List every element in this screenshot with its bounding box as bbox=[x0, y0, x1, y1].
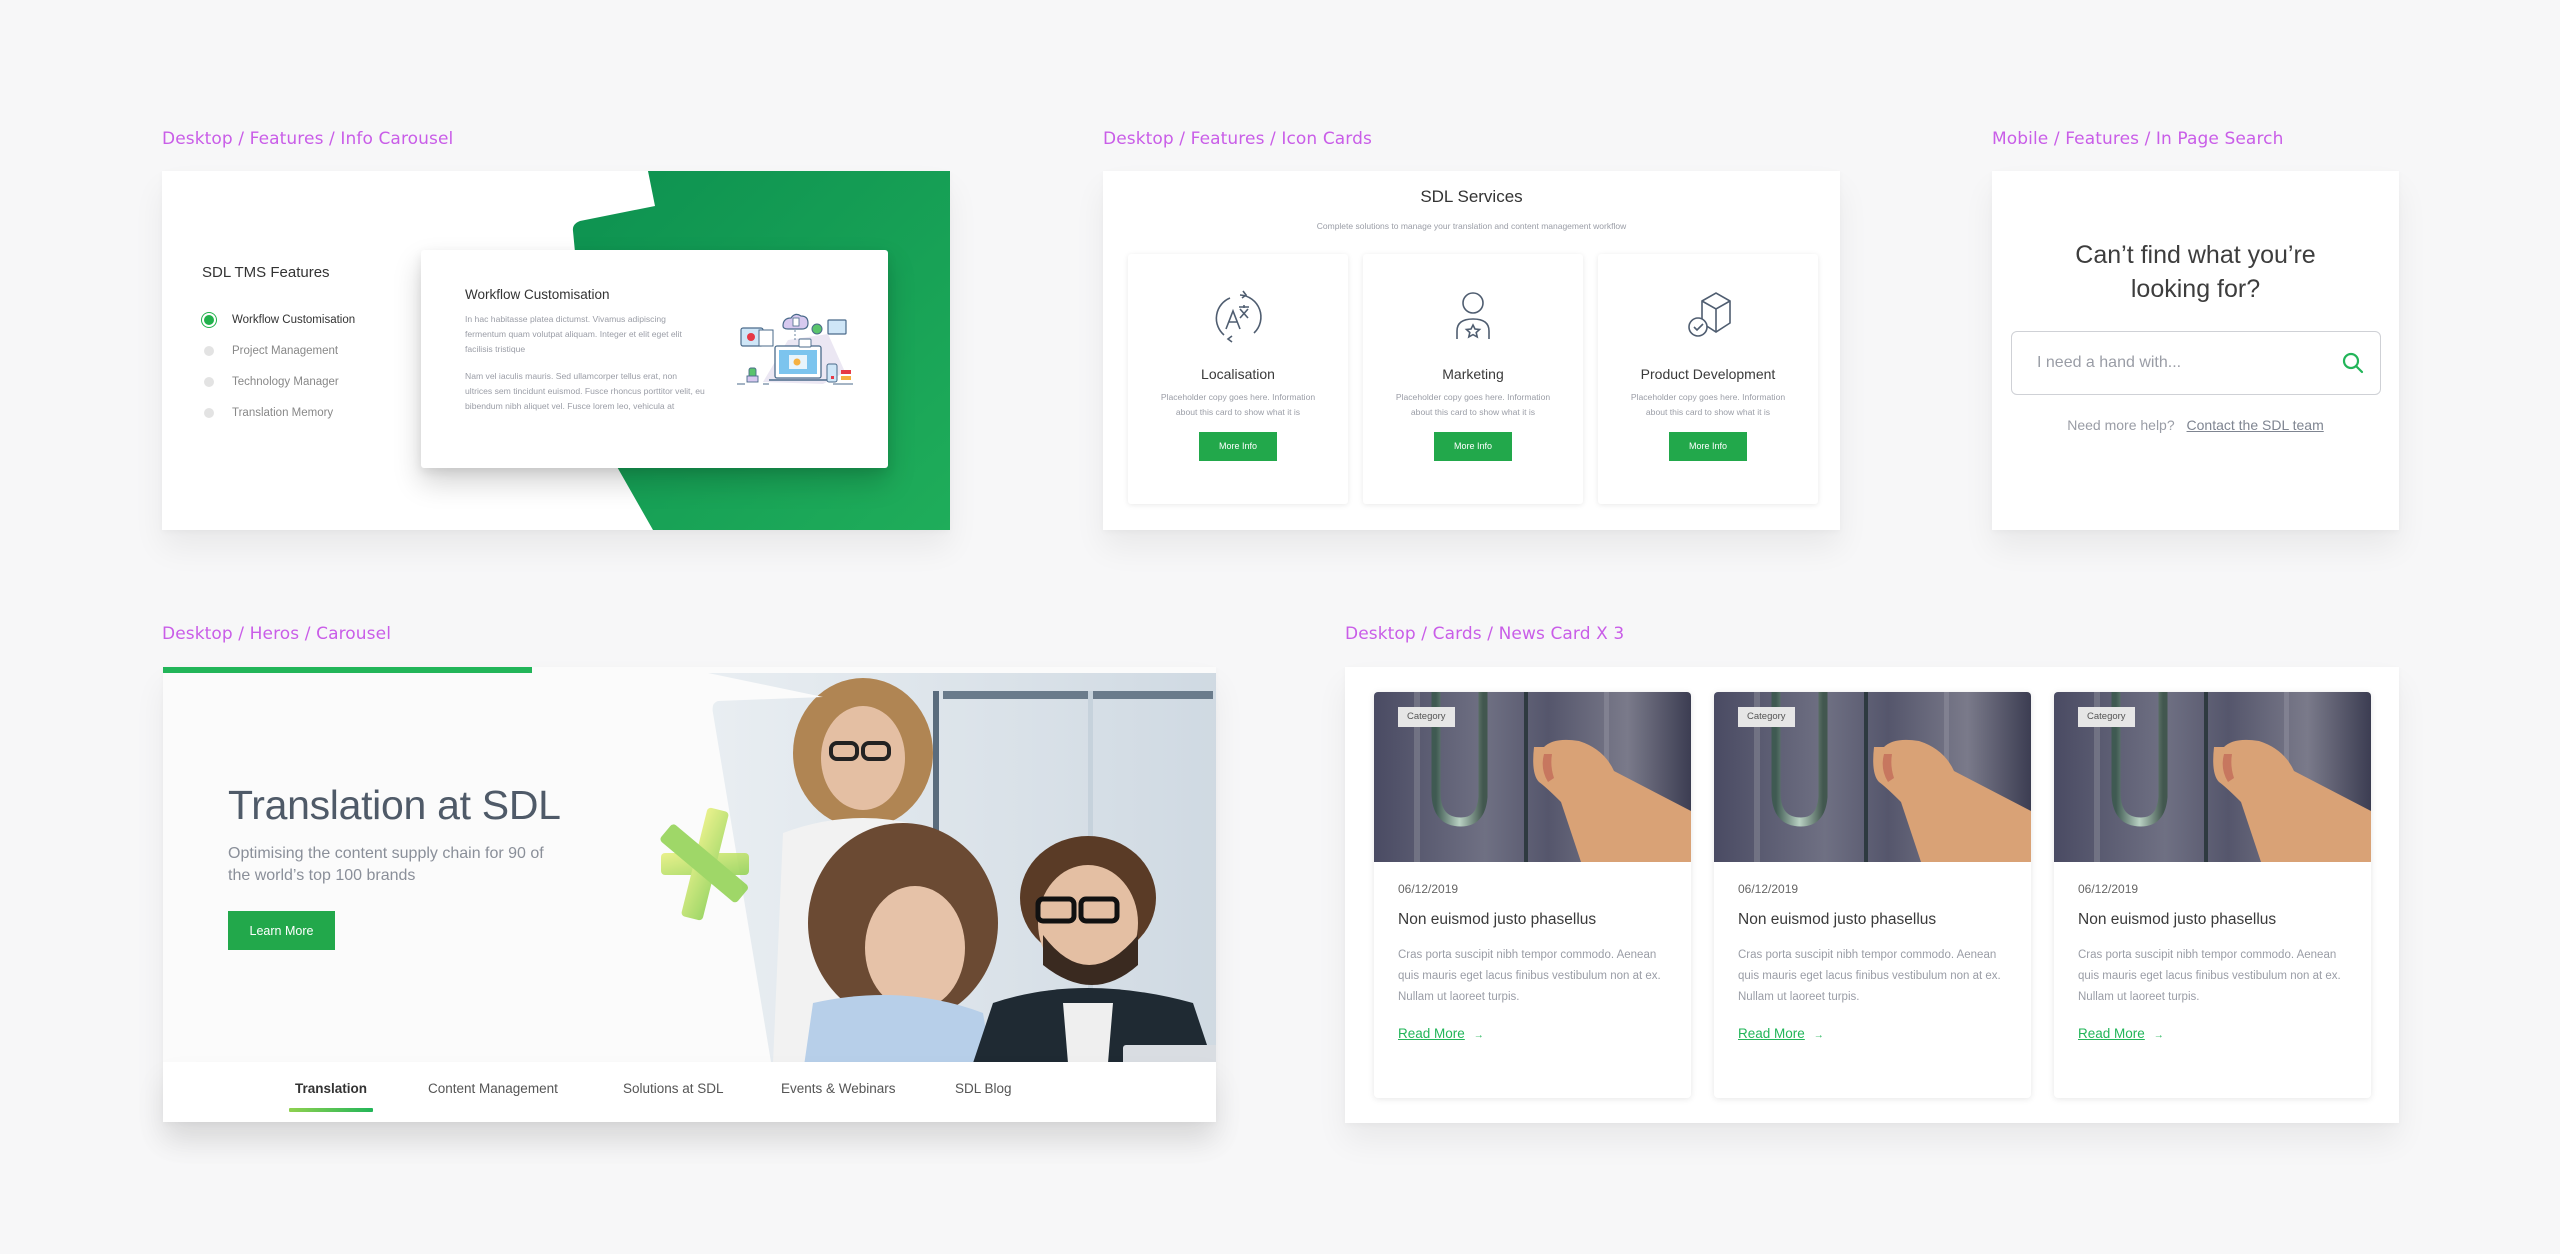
feature-item-translation-memory[interactable]: Translation Memory bbox=[202, 397, 355, 428]
news-title: Non euismod justo phasellus bbox=[1398, 911, 1597, 928]
tab-solutions-at-sdl[interactable]: Solutions at SDL bbox=[623, 1081, 724, 1096]
active-tab-indicator bbox=[289, 1108, 374, 1112]
search-heading: Can’t find what you’re looking for? bbox=[2075, 241, 2316, 303]
tab-sdl-blog[interactable]: SDL Blog bbox=[955, 1081, 1012, 1096]
arrow-right-icon: → bbox=[2153, 1030, 2164, 1041]
feature-label: Project Management bbox=[232, 344, 339, 357]
learn-more-button[interactable]: Learn More bbox=[228, 911, 335, 950]
tab-label: Translation bbox=[295, 1081, 368, 1096]
hero-title: Translation at SDL bbox=[228, 782, 561, 828]
feature-label: Translation Memory bbox=[232, 406, 334, 419]
feature-item-workflow-customisation[interactable]: Workflow Customisation bbox=[202, 304, 355, 335]
news-card[interactable]: Category 06/12/2019 Non euismod justo ph… bbox=[1714, 692, 2031, 1098]
dot-icon bbox=[204, 345, 214, 356]
hero-carousel: Translation at SDL Optimising the conten… bbox=[163, 667, 1216, 1122]
service-card-product-development: Product Development Placeholder copy goe… bbox=[1598, 254, 1818, 504]
service-card-marketing: Marketing Placeholder copy goes here. In… bbox=[1363, 254, 1583, 504]
active-dot-icon bbox=[204, 314, 214, 325]
feature-label: Technology Manager bbox=[232, 375, 339, 388]
card-copy: Placeholder copy goes here. Information … bbox=[1630, 392, 1786, 417]
news-date: 06/12/2019 bbox=[2078, 882, 2139, 896]
box-check-icon bbox=[1688, 292, 1731, 337]
frame-label-in-page-search: Mobile / Features / In Page Search bbox=[1992, 129, 2284, 149]
help-text: Need more help? bbox=[2067, 417, 2175, 433]
category-tag: Category bbox=[1738, 707, 1795, 727]
feature-info-card: Workflow Customisation In hac habitasse … bbox=[421, 250, 888, 468]
category-tag: Category bbox=[1398, 707, 1455, 727]
service-card-localisation: Localisation Placeholder copy goes here.… bbox=[1128, 254, 1348, 504]
dot-icon bbox=[204, 407, 214, 418]
search-box bbox=[2011, 331, 2381, 395]
category-tag: Category bbox=[2078, 707, 2135, 727]
help-row: Need more help? Contact the SDL team bbox=[1992, 417, 2399, 433]
news-copy: Cras porta suscipit nibh tempor commodo.… bbox=[2078, 949, 2341, 1003]
card-copy: Placeholder copy goes here. Information … bbox=[1395, 392, 1551, 417]
card-title: Product Development bbox=[1640, 366, 1776, 382]
search-icon bbox=[2342, 352, 2364, 374]
info-carousel: SDL TMS Features Workflow Customisation … bbox=[162, 171, 950, 530]
frame-label-hero-carousel: Desktop / Heros / Carousel bbox=[162, 624, 392, 644]
card-title: Marketing bbox=[1442, 366, 1504, 382]
more-info-button[interactable]: More Info bbox=[1434, 432, 1512, 461]
hero-slide: Translation at SDL Optimising the conten… bbox=[163, 673, 1216, 1062]
card-copy: Placeholder copy goes here. Information … bbox=[1160, 392, 1316, 417]
workflow-illustration-icon bbox=[737, 313, 853, 385]
tab-translation[interactable]: Translation bbox=[289, 1081, 374, 1112]
translate-icon bbox=[1215, 290, 1262, 343]
contact-link[interactable]: Contact the SDL team bbox=[2187, 417, 2324, 433]
feature-list: Workflow Customisation Project Managemen… bbox=[202, 304, 355, 428]
frame-label-news-cards: Desktop / Cards / News Card X 3 bbox=[1345, 624, 1625, 644]
icon-cards: SDL Services Complete solutions to manag… bbox=[1103, 171, 1840, 530]
news-title: Non euismod justo phasellus bbox=[2078, 911, 2277, 928]
more-info-button[interactable]: More Info bbox=[1199, 432, 1277, 461]
hero-subtitle: Optimising the content supply chain for … bbox=[228, 845, 544, 884]
read-more-link[interactable]: Read More → bbox=[1398, 1026, 1484, 1041]
news-card[interactable]: Category 06/12/2019 Non euismod justo ph… bbox=[1374, 692, 1691, 1098]
dot-icon bbox=[204, 376, 214, 387]
card-title: Localisation bbox=[1201, 366, 1275, 382]
read-more-label: Read More bbox=[1738, 1026, 1805, 1041]
arrow-right-icon: → bbox=[1813, 1030, 1824, 1041]
tab-events-webinars[interactable]: Events & Webinars bbox=[781, 1081, 896, 1096]
read-more-label: Read More bbox=[2078, 1026, 2145, 1041]
frame-label-icon-cards: Desktop / Features / Icon Cards bbox=[1103, 129, 1372, 149]
feature-item-technology-manager[interactable]: Technology Manager bbox=[202, 366, 355, 397]
hero-tab-nav: Translation Content Management Solutions… bbox=[163, 1062, 1216, 1122]
info-card-paragraph: In hac habitasse platea dictumst. Vivamu… bbox=[465, 314, 682, 354]
search-button[interactable] bbox=[2326, 332, 2380, 394]
tab-content-management[interactable]: Content Management bbox=[428, 1081, 558, 1096]
feature-item-project-management[interactable]: Project Management bbox=[202, 335, 355, 366]
news-card[interactable]: Category 06/12/2019 Non euismod justo ph… bbox=[2054, 692, 2371, 1098]
arrow-right-icon: → bbox=[1473, 1030, 1484, 1041]
user-star-icon bbox=[1456, 292, 1490, 339]
read-more-link[interactable]: Read More → bbox=[2078, 1026, 2164, 1041]
read-more-link[interactable]: Read More → bbox=[1738, 1026, 1824, 1041]
services-title: SDL Services bbox=[1420, 187, 1523, 206]
feature-label: Workflow Customisation bbox=[232, 313, 356, 326]
news-title: Non euismod justo phasellus bbox=[1738, 911, 1937, 928]
news-copy: Cras porta suscipit nibh tempor commodo.… bbox=[1398, 949, 1661, 1003]
news-cards: Category 06/12/2019 Non euismod justo ph… bbox=[1345, 667, 2399, 1123]
more-info-button[interactable]: More Info bbox=[1669, 432, 1747, 461]
read-more-label: Read More bbox=[1398, 1026, 1465, 1041]
news-copy: Cras porta suscipit nibh tempor commodo.… bbox=[1738, 949, 2001, 1003]
frame-label-info-carousel: Desktop / Features / Info Carousel bbox=[162, 129, 454, 149]
news-date: 06/12/2019 bbox=[1738, 882, 1799, 896]
info-card-paragraph: Nam vel iaculis mauris. Sed ullamcorper … bbox=[465, 371, 705, 411]
search-input[interactable] bbox=[2012, 354, 2326, 372]
features-title: SDL TMS Features bbox=[202, 264, 330, 281]
in-page-search: Can’t find what you’re looking for? Need… bbox=[1992, 171, 2399, 530]
info-card-title: Workflow Customisation bbox=[465, 287, 610, 302]
services-subtitle: Complete solutions to manage your transl… bbox=[1316, 221, 1627, 231]
news-date: 06/12/2019 bbox=[1398, 882, 1459, 896]
